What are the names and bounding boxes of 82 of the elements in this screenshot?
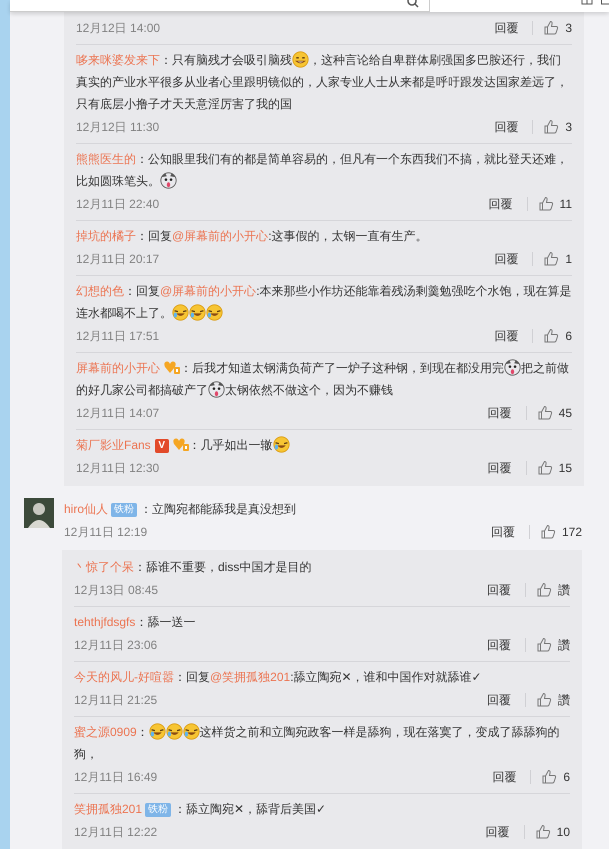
like-button[interactable]: 6 [541, 768, 570, 786]
timestamp: 12月11日 12:22 [74, 824, 158, 841]
like-button[interactable]: 45 [536, 404, 572, 422]
thumbs-up-icon [536, 637, 552, 653]
thumbs-up-icon [543, 328, 560, 344]
dog-face-emoji-icon [208, 381, 225, 398]
reply-button[interactable]: 回覆 [486, 523, 519, 541]
timestamp: 12月11日 14:07 [76, 405, 160, 422]
thumbs-up-icon [543, 251, 560, 267]
reply-button[interactable]: 回覆 [483, 581, 515, 599]
reply-button[interactable]: 回覆 [483, 636, 515, 654]
laughing-tears-emoji-icon [206, 304, 223, 321]
laughing-tears-emoji-icon [272, 436, 290, 453]
comment-text: 哆来咪婆发来下：只有脑残才会吸引脑残 ，这种言论给自卑群体刷强国多巴胺还行，我们真实的产业水平很多从业者心里跟明镜似的，人家专业人士从来都是呼吁跟发达国家差远了，只有底层小撸子才天天意淫厉害了我的国 [76, 50, 569, 113]
like-button[interactable]: 讚 [536, 636, 570, 654]
comment-text: 熊熊医生的：公知眼里我们有的都是简单容易的，但凡有一个东西我们不搞，就比登天还难，比如圆珠笔头。 [76, 151, 569, 191]
reply-button[interactable]: 回覆 [488, 768, 520, 786]
timestamp: 12月13日 08:45 [74, 582, 158, 599]
timestamp: 12月11日 12:19 [64, 524, 148, 541]
thumbs-up-icon [536, 692, 552, 708]
thumbs-up-icon [543, 119, 560, 135]
thumbs-up-icon [534, 824, 551, 840]
like-button[interactable]: 6 [543, 327, 572, 345]
like-button[interactable]: 讚 [536, 581, 570, 599]
reply-button[interactable]: 回覆 [482, 823, 514, 841]
like-button[interactable]: 11 [538, 195, 572, 213]
fan-level-badge: 铁粉 [111, 503, 138, 517]
timestamp: 12月12日 14:00 [76, 20, 160, 37]
dog-face-emoji-icon [160, 172, 177, 189]
thumbs-up-icon [541, 769, 558, 785]
laughing-tears-emoji-icon [148, 723, 166, 740]
comment-text: tehthjfdsgfs：舔一送一 [74, 614, 196, 631]
fan-level-badge: 铁粉 [145, 803, 172, 817]
thumbs-up-icon [536, 582, 552, 598]
reply-button[interactable]: 回覆 [483, 691, 515, 709]
thumbs-up-icon [536, 460, 553, 476]
comment-text: 丶惊了个呆：舔谁不重要，diss中国才是目的 [74, 559, 312, 576]
laughing-tears-emoji-icon [166, 723, 183, 740]
thumbs-up-icon [536, 405, 553, 421]
like-button[interactable]: 讚 [536, 691, 570, 709]
timestamp: 12月11日 23:06 [74, 637, 158, 654]
comment-text: 蜜之源0909： 这样货之前和立陶宛政客一样是舔狗，现在落寞了，变成了舔舔狗的狗， [74, 722, 561, 763]
timestamp: 12月11日 16:49 [74, 769, 158, 786]
grin-emoji-icon [292, 51, 309, 68]
like-button[interactable]: 172 [540, 523, 582, 541]
reply-button[interactable]: 回覆 [490, 19, 522, 37]
reply-button[interactable]: 回覆 [484, 195, 517, 213]
thumbs-up-icon [540, 524, 556, 540]
like-button[interactable]: 1 [543, 250, 572, 268]
comment-text: 今天的风儿-好喧嚣：回复@笑拥孤独201:舔立陶宛✕，谁和中国作对就舔谁✓ [74, 669, 483, 686]
comment-text: 屏幕前的小开心 ：后我才知道太钢满负荷产了一炉子这种钢，到现在都没用完 把之前做的好几家公司都搞破产了 太钢依然不做这个，因为不赚钱 [76, 358, 570, 400]
like-button[interactable]: 10 [534, 823, 570, 841]
timestamp: 12月11日 12:30 [76, 460, 160, 477]
fan-heart-icon [172, 437, 189, 451]
laughing-tears-emoji-icon [182, 723, 200, 740]
like-button[interactable]: 3 [543, 118, 572, 136]
comment-text: hiro仙人 铁粉 ：立陶宛都能舔我是真没想到 [64, 501, 298, 519]
timestamp: 12月12日 11:30 [76, 119, 160, 136]
reply-button[interactable]: 回覆 [484, 404, 516, 422]
laughing-tears-emoji-icon [189, 304, 206, 321]
like-button[interactable]: 15 [536, 459, 572, 477]
dog-face-emoji-icon [504, 359, 521, 376]
thumbs-up-icon [538, 196, 554, 212]
timestamp: 12月11日 17:51 [76, 328, 160, 345]
like-button[interactable]: 3 [543, 19, 572, 37]
thumbs-up-icon [543, 20, 560, 36]
fan-heart-icon [164, 360, 180, 374]
search-icon [407, 0, 419, 8]
comment-text: 笑拥孤独201 铁粉 ：舔立陶宛✕，舔背后美国✓ [74, 801, 328, 819]
reply-button[interactable]: 回覆 [490, 327, 522, 345]
comment-text: 菊厂影业Fans V ：几乎如出一辙 [76, 434, 572, 456]
timestamp: 12月11日 22:40 [76, 196, 160, 213]
reply-button[interactable]: 回覆 [490, 250, 522, 268]
laughing-tears-emoji-icon [172, 304, 189, 321]
reply-button[interactable]: 回覆 [490, 118, 522, 136]
timestamp: 12月11日 20:17 [76, 251, 160, 268]
comment-text: 幻想的色：回复@屏幕前的小开心:本来那些小作坊还能靠着残汤剩羹勉强吃个水饱，现在算是连水都喝不上了。 [76, 283, 572, 323]
vip-badge: V [154, 439, 169, 453]
reply-button[interactable]: 回覆 [484, 459, 516, 477]
grid-icon[interactable] [581, 0, 593, 6]
comment-text: 掉坑的橘子：回复@屏幕前的小开心:这事假的，太钢一直有生产。 [76, 228, 429, 245]
timestamp: 12月11日 21:25 [74, 692, 158, 709]
